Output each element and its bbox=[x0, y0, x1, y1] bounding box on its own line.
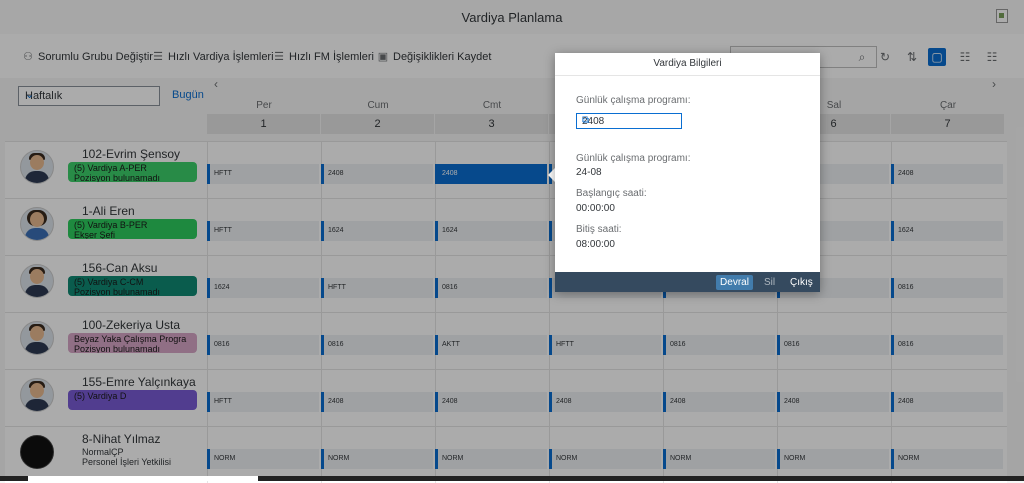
end-time-value: 08:00:00 bbox=[576, 239, 615, 250]
devral-button[interactable]: Devral bbox=[716, 275, 753, 290]
delete-button[interactable]: Sil bbox=[764, 275, 775, 290]
dialog-pointer bbox=[548, 168, 555, 182]
start-time-value: 00:00:00 bbox=[576, 203, 615, 214]
shift-info-dialog: Vardiya Bilgileri Günlük çalışma program… bbox=[555, 53, 820, 292]
program-label: Günlük çalışma programı: bbox=[576, 153, 691, 164]
program-input[interactable]: 2408 ⧉ bbox=[576, 113, 682, 129]
program-input-label: Günlük çalışma programı: bbox=[576, 95, 691, 106]
dialog-footer: Devral Sil Çıkış bbox=[555, 272, 820, 292]
end-time-label: Bitiş saati: bbox=[576, 224, 622, 235]
exit-button[interactable]: Çıkış bbox=[790, 275, 813, 290]
taskbar-search[interactable] bbox=[28, 476, 258, 481]
program-value: 24-08 bbox=[576, 167, 602, 178]
dialog-title: Vardiya Bilgileri bbox=[555, 53, 820, 76]
start-time-label: Başlangıç saati: bbox=[576, 188, 647, 199]
value-help-icon[interactable]: ⧉ bbox=[582, 115, 676, 126]
modal-overlay bbox=[0, 0, 1024, 481]
